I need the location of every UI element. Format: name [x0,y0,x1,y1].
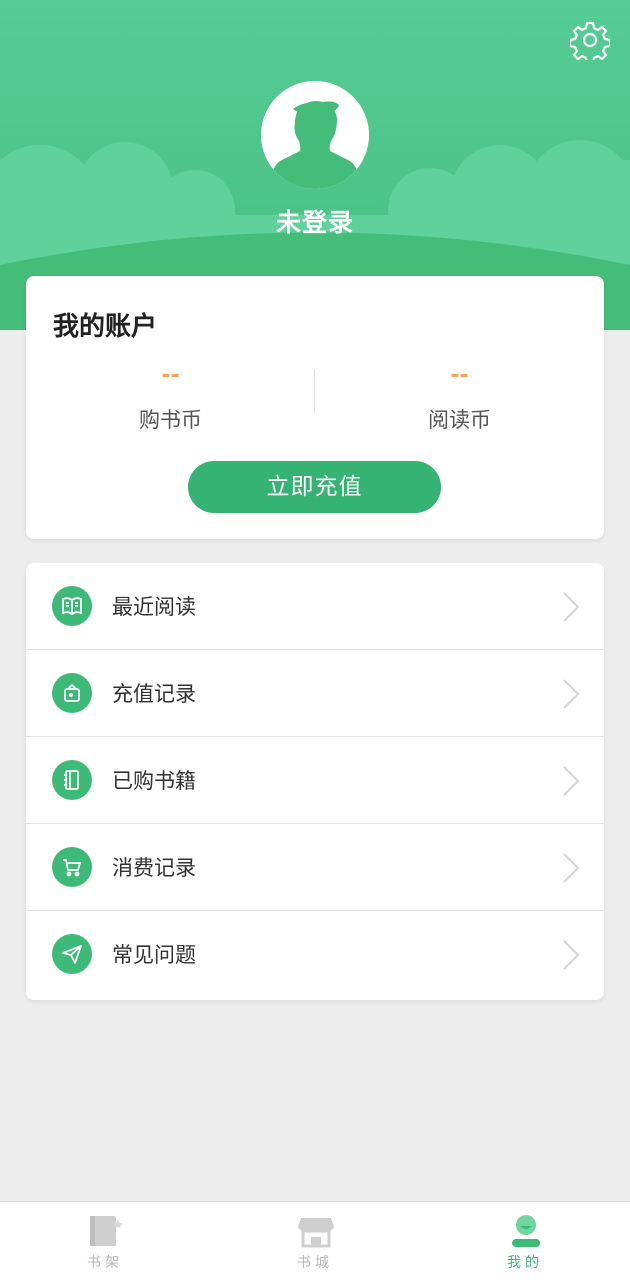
profile-icon [512,1215,540,1247]
menu-item-label: 常见问题 [112,943,196,967]
account-title: 我的账户 [53,312,158,342]
menu-item-label: 充值记录 [112,682,196,706]
menu-item-spending-records[interactable]: 消费记录 [26,824,604,911]
tab-label: 我的 [507,1255,543,1271]
purchase-coin-value: -- [161,363,180,388]
chevron-right-icon [563,766,580,796]
menu-item-purchased-books[interactable]: 已购书籍 [26,737,604,824]
purchase-coin-label: 购书币 [139,408,202,432]
chevron-right-icon [563,940,580,970]
tab-bookshelf[interactable]: 书架 [0,1202,210,1280]
reading-coin: -- 阅读币 [315,364,604,434]
bookshelf-icon [90,1216,123,1246]
account-card: 我的账户 -- 购书币 -- 阅读币 立即充值 [26,276,604,539]
tab-label: 书架 [87,1255,123,1271]
menu-item-recharge-records[interactable]: 充值记录 [26,650,604,737]
notebook-icon [52,760,92,800]
cart-icon [52,847,92,887]
gear-icon [568,21,612,65]
chevron-right-icon [563,853,580,883]
chevron-right-icon [563,592,580,622]
tab-mine[interactable]: 我的 [420,1202,630,1280]
send-icon [52,934,92,974]
open-book-icon [52,586,92,626]
menu-item-recent-reading[interactable]: 最近阅读 [26,563,604,650]
settings-button[interactable] [568,20,612,65]
menu-item-faq[interactable]: 常见问题 [26,911,604,998]
recharge-button[interactable]: 立即充值 [188,461,441,513]
menu-item-label: 已购书籍 [112,769,196,793]
wallet-icon [52,673,92,713]
tab-bookstore[interactable]: 书城 [210,1202,420,1280]
store-icon [298,1218,334,1248]
bottom-tab-bar: 书架 书城 我的 [0,1201,630,1280]
purchase-coin: -- 购书币 [26,364,315,434]
menu-list: 最近阅读 充值记录 已购书籍 消费记录 常见问题 [26,563,604,1000]
chevron-right-icon [563,679,580,709]
login-status[interactable]: 未登录 [0,203,630,239]
avatar[interactable] [261,81,369,189]
reading-coin-label: 阅读币 [428,408,491,432]
tab-label: 书城 [297,1255,333,1271]
user-silhouette-icon [261,81,369,189]
reading-coin-value: -- [450,363,469,388]
menu-item-label: 消费记录 [112,856,196,880]
menu-item-label: 最近阅读 [112,595,196,619]
